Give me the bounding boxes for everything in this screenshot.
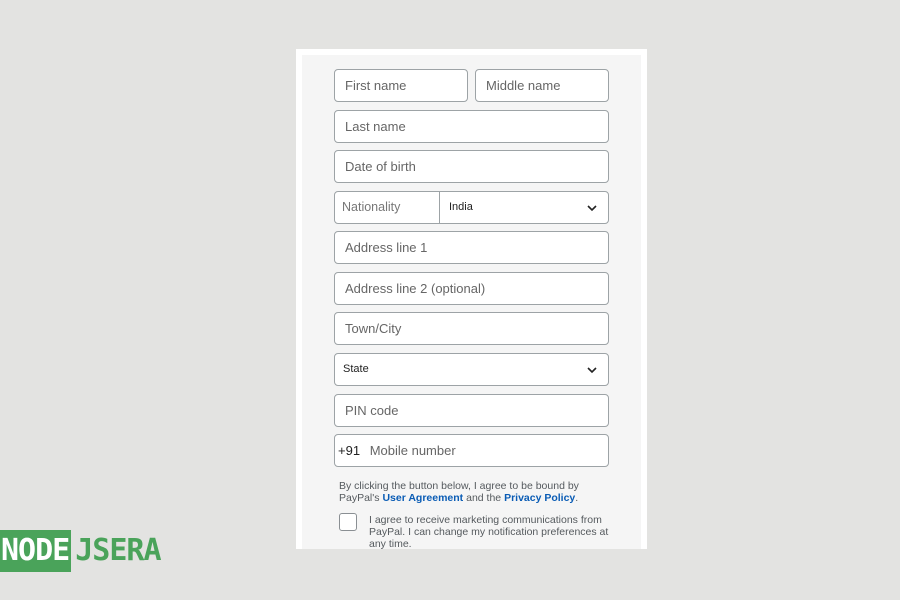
mobile-number-placeholder: Mobile number <box>369 443 456 458</box>
phone-prefix: +91 <box>338 443 361 458</box>
first-name-field[interactable]: First name <box>334 69 468 102</box>
last-name-field[interactable]: Last name <box>334 110 609 143</box>
marketing-consent-checkbox[interactable] <box>339 513 357 531</box>
state-value: State <box>343 363 369 375</box>
signup-form-card: First name Middle name Last name Date of… <box>296 49 647 549</box>
form-panel: First name Middle name Last name Date of… <box>302 55 641 549</box>
chevron-down-icon <box>587 205 597 212</box>
legal-text-after: . <box>575 492 579 504</box>
address-line-1-field[interactable]: Address line 1 <box>334 231 609 264</box>
user-agreement-link[interactable]: User Agreement <box>382 492 463 504</box>
chevron-down-icon <box>587 367 597 374</box>
state-select[interactable]: State <box>334 353 609 386</box>
nationality-group: Nationality India <box>334 191 609 224</box>
nationality-value: India <box>449 201 473 213</box>
nationality-label: Nationality <box>335 192 440 223</box>
address-line-2-field[interactable]: Address line 2 (optional) <box>334 272 609 305</box>
legal-text-middle: and the <box>463 492 505 504</box>
nationality-select[interactable]: India <box>441 192 608 223</box>
date-of-birth-field[interactable]: Date of birth <box>334 150 609 183</box>
town-city-field[interactable]: Town/City <box>334 312 609 345</box>
nodejsera-logo: NODE JSERA <box>0 530 162 572</box>
mobile-number-field[interactable]: +91 Mobile number <box>334 434 609 467</box>
legal-agreement-text: By clicking the button below, I agree to… <box>339 480 599 504</box>
logo-jsera-text: JSERA <box>75 533 161 568</box>
middle-name-field[interactable]: Middle name <box>475 69 609 102</box>
marketing-consent-text: I agree to receive marketing communicati… <box>369 514 609 549</box>
pin-code-field[interactable]: PIN code <box>334 394 609 427</box>
logo-node-text: NODE <box>0 530 72 572</box>
privacy-policy-link[interactable]: Privacy Policy <box>504 492 575 504</box>
